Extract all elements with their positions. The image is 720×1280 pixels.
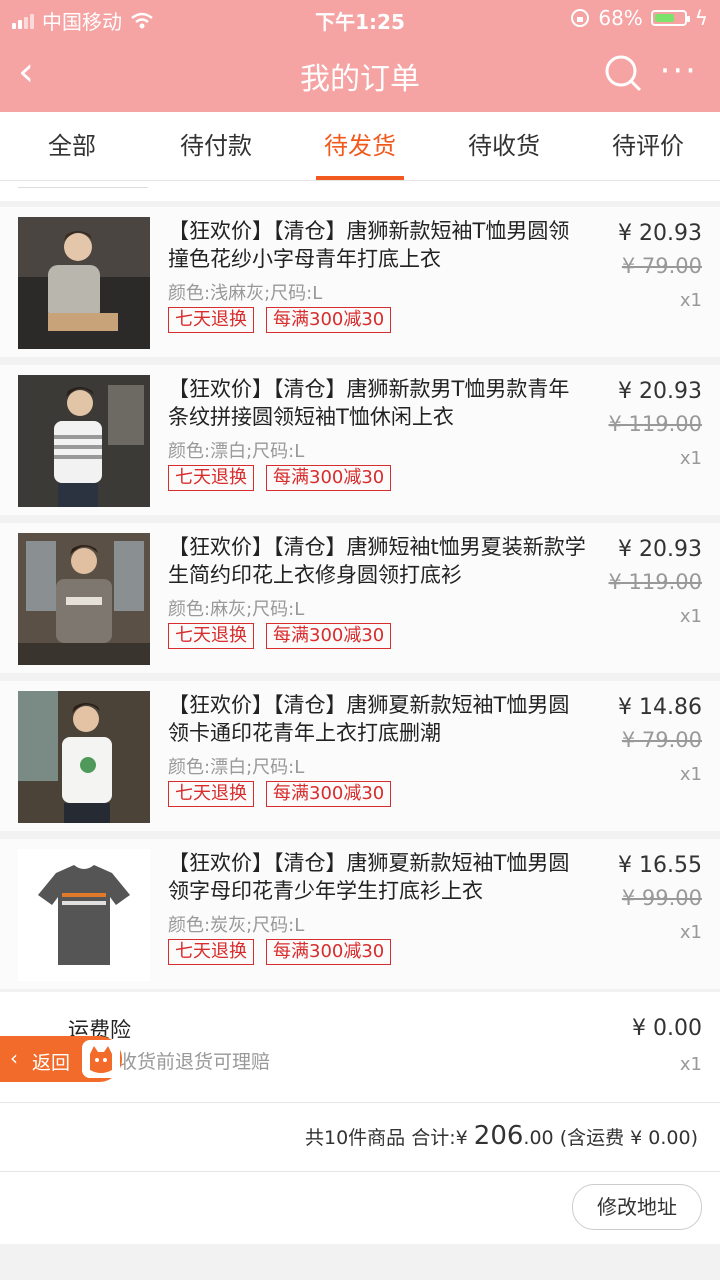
quantity: x1 — [679, 290, 702, 311]
product-attributes: 颜色:炭灰;尺码:L — [168, 915, 305, 936]
quantity: x1 — [679, 922, 702, 943]
rotation-lock-icon — [571, 9, 590, 27]
order-list: 【狂欢价】【清仓】唐狮新款短袖T恤男圆领撞色花纱小字母青年打底上衣 颜色:浅麻灰… — [0, 181, 720, 997]
current-price: ¥ 20.93 — [618, 379, 702, 404]
previous-card-edge — [0, 181, 720, 201]
insurance-description: 收货前退货可理赔 — [118, 1051, 271, 1073]
product-attributes: 颜色:浅麻灰;尺码:L — [168, 283, 323, 304]
current-price: ¥ 16.55 — [618, 853, 702, 878]
insurance-quantity: x1 — [679, 1054, 702, 1075]
nav-bar: ‹ 我的订单 ··· — [0, 36, 720, 112]
floating-back-button[interactable]: ‹ 返回 — [0, 1036, 122, 1082]
order-item[interactable]: 【狂欢价】【清仓】唐狮短袖t恤男夏装新款学生简约印花上衣修身圆领打底衫 颜色:麻… — [0, 523, 720, 681]
product-title: 【狂欢价】【清仓】唐狮夏新款短袖T恤男圆领字母印花青少年学生打底衫上衣 — [168, 851, 570, 903]
return-tag: 七天退换 — [168, 623, 254, 649]
tab-pending-shipment[interactable]: 待发货 — [288, 112, 432, 180]
price-column: ¥ 20.93 ¥ 119.00 x1 — [608, 379, 702, 469]
original-price: ¥ 119.00 — [608, 570, 702, 594]
tag-list: 七天退换 每满300减30 — [168, 939, 588, 965]
quantity: x1 — [679, 606, 702, 627]
back-label: 返回 — [32, 1052, 71, 1074]
chevron-left-icon: ‹ — [10, 1046, 18, 1070]
product-image — [18, 533, 150, 665]
modify-address-button[interactable]: 修改地址 — [572, 1184, 702, 1230]
tag-list: 七天退换 每满300减30 — [168, 623, 588, 649]
product-attributes: 颜色:漂白;尺码:L — [168, 757, 305, 778]
current-price: ¥ 20.93 — [618, 221, 702, 246]
return-tag: 七天退换 — [168, 781, 254, 807]
price-column: ¥ 14.86 ¥ 79.00 x1 — [618, 695, 702, 785]
total-label: 合计: — [411, 1127, 456, 1149]
original-price: ¥ 79.00 — [621, 254, 702, 278]
price-column: ¥ 16.55 ¥ 99.00 x1 — [618, 853, 702, 943]
original-price: ¥ 119.00 — [608, 412, 702, 436]
current-price: ¥ 20.93 — [618, 537, 702, 562]
tag-list: 七天退换 每满300减30 — [168, 781, 588, 807]
product-image — [18, 375, 150, 507]
return-tag: 七天退换 — [168, 465, 254, 491]
return-tag: 七天退换 — [168, 307, 254, 333]
tab-pending-review[interactable]: 待评价 — [576, 112, 720, 180]
discount-tag: 每满300减30 — [266, 307, 392, 333]
price-column: ¥ 20.93 ¥ 119.00 x1 — [608, 537, 702, 627]
item-info: 【狂欢价】【清仓】唐狮夏新款短袖T恤男圆领字母印花青少年学生打底衫上衣 颜色:炭… — [168, 849, 588, 965]
item-info: 【狂欢价】【清仓】唐狮新款男T恤男款青年条纹拼接圆领短袖T恤休闲上衣 颜色:漂白… — [168, 375, 588, 491]
tab-pending-receipt[interactable]: 待收货 — [432, 112, 576, 180]
tag-list: 七天退换 每满300减30 — [168, 307, 588, 333]
charging-icon: ϟ — [694, 6, 708, 30]
battery-percent: 68% — [598, 6, 643, 30]
shipping-note: (含运费 ¥ 0.00) — [559, 1127, 698, 1149]
order-item[interactable]: 【狂欢价】【清仓】唐狮新款男T恤男款青年条纹拼接圆领短袖T恤休闲上衣 颜色:漂白… — [0, 365, 720, 523]
item-info: 【狂欢价】【清仓】唐狮短袖t恤男夏装新款学生简约印花上衣修身圆领打底衫 颜色:麻… — [168, 533, 588, 649]
order-actions: 修改地址 — [0, 1172, 720, 1244]
discount-tag: 每满300减30 — [266, 623, 392, 649]
insurance-price: ¥ 0.00 — [632, 1016, 702, 1041]
product-attributes: 颜色:麻灰;尺码:L — [168, 599, 305, 620]
order-total-row: 共10件商品 合计:¥ 206.00 (含运费 ¥ 0.00) — [0, 1103, 720, 1172]
battery-icon — [650, 10, 690, 26]
search-icon[interactable] — [604, 54, 642, 92]
product-image — [18, 691, 150, 823]
order-item[interactable]: 【狂欢价】【清仓】唐狮夏新款短袖T恤男圆领字母印花青少年学生打底衫上衣 颜色:炭… — [0, 839, 720, 997]
tab-all[interactable]: 全部 — [0, 112, 144, 180]
discount-tag: 每满300减30 — [266, 781, 392, 807]
discount-tag: 每满300减30 — [266, 465, 392, 491]
discount-tag: 每满300减30 — [266, 939, 392, 965]
status-bar: 中国移动 下午1:25 68% ϟ — [0, 0, 720, 36]
tab-pending-payment[interactable]: 待付款 — [144, 112, 288, 180]
total-amount-decimal: .00 — [523, 1127, 554, 1149]
currency-symbol: ¥ — [455, 1127, 468, 1149]
product-title: 【狂欢价】【清仓】唐狮夏新款短袖T恤男圆领卡通印花青年上衣打底删潮 — [168, 693, 570, 745]
item-info: 【狂欢价】【清仓】唐狮夏新款短袖T恤男圆领卡通印花青年上衣打底删潮 颜色:漂白;… — [168, 691, 588, 807]
product-title: 【狂欢价】【清仓】唐狮短袖t恤男夏装新款学生简约印花上衣修身圆领打底衫 — [168, 535, 586, 587]
item-info: 【狂欢价】【清仓】唐狮新款短袖T恤男圆领撞色花纱小字母青年打底上衣 颜色:浅麻灰… — [168, 217, 588, 333]
tag-list: 七天退换 每满300减30 — [168, 465, 588, 491]
product-attributes: 颜色:漂白;尺码:L — [168, 441, 305, 462]
original-price: ¥ 79.00 — [621, 728, 702, 752]
product-image — [18, 849, 150, 981]
order-total: 共10件商品 合计:¥ 206.00 (含运费 ¥ 0.00) — [305, 1121, 698, 1151]
order-item[interactable]: 【狂欢价】【清仓】唐狮新款短袖T恤男圆领撞色花纱小字母青年打底上衣 颜色:浅麻灰… — [0, 207, 720, 365]
quantity: x1 — [679, 764, 702, 785]
order-item[interactable]: 【狂欢价】【清仓】唐狮夏新款短袖T恤男圆领卡通印花青年上衣打底删潮 颜色:漂白;… — [0, 681, 720, 839]
quantity: x1 — [679, 448, 702, 469]
product-title: 【狂欢价】【清仓】唐狮新款短袖T恤男圆领撞色花纱小字母青年打底上衣 — [168, 219, 570, 271]
price-column: ¥ 20.93 ¥ 79.00 x1 — [618, 221, 702, 311]
more-icon[interactable]: ··· — [660, 54, 698, 88]
order-tabs: 全部 待付款 待发货 待收货 待评价 — [0, 112, 720, 181]
status-right: 68% ϟ — [570, 6, 708, 30]
mascot-icon — [82, 1040, 120, 1078]
product-title: 【狂欢价】【清仓】唐狮新款男T恤男款青年条纹拼接圆领短袖T恤休闲上衣 — [168, 377, 570, 429]
item-count: 共10件商品 — [305, 1127, 406, 1149]
original-price: ¥ 99.00 — [621, 886, 702, 910]
total-amount-integer: 206 — [473, 1121, 524, 1151]
current-price: ¥ 14.86 — [618, 695, 702, 720]
product-image — [18, 217, 150, 349]
return-tag: 七天退换 — [168, 939, 254, 965]
